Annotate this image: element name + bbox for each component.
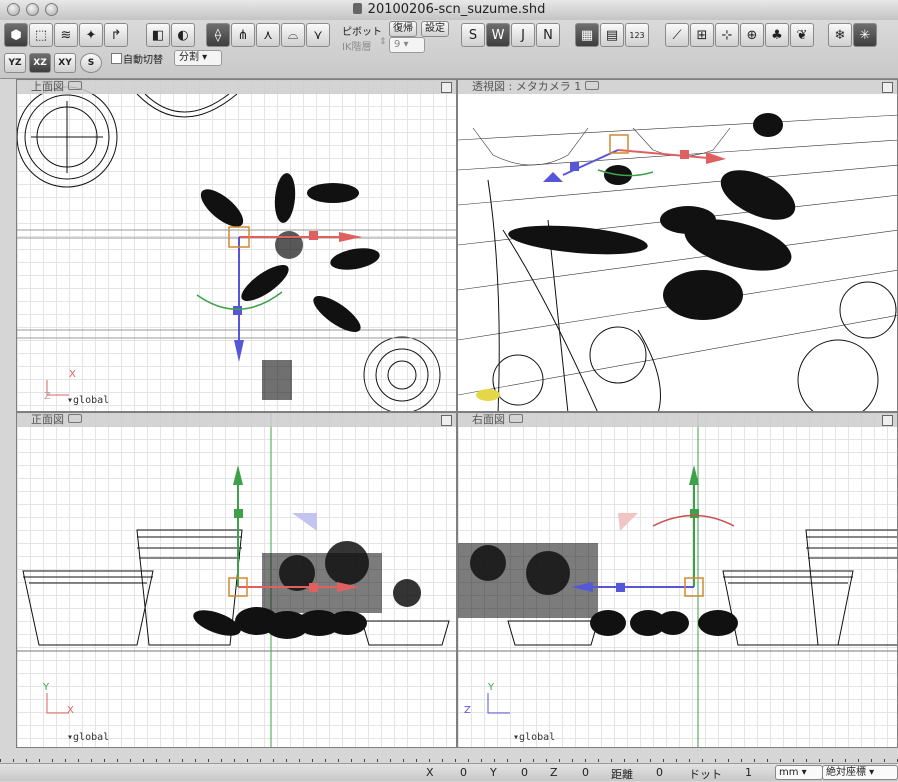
- x-value: 0: [460, 766, 467, 779]
- split-value: 分割: [179, 52, 199, 63]
- viewport-perspective-title: 透視図 : メタカメラ 1: [472, 80, 582, 93]
- document-icon: [352, 3, 362, 14]
- maximize-view-icon[interactable]: [441, 415, 452, 426]
- coord-system-dropdown[interactable]: ▾global: [67, 395, 109, 406]
- coordinate-mode-value: 絶対座標: [826, 767, 866, 778]
- pivot-label: ピボット: [342, 27, 382, 38]
- viewport-right-title: 右面図: [472, 413, 505, 426]
- z-value: 0: [582, 766, 589, 779]
- skin-w-icon[interactable]: W: [486, 23, 510, 47]
- part-box-icon[interactable]: ✦: [79, 23, 103, 47]
- plane-yz-button[interactable]: YZ: [4, 53, 26, 73]
- camera-icon[interactable]: [68, 414, 82, 423]
- title-bar: 20100206-scn_suzume.shd: [0, 0, 898, 21]
- joint-tree-icon[interactable]: ⋔: [231, 23, 255, 47]
- plane-xz-button[interactable]: XZ: [29, 53, 51, 73]
- plane-s-button[interactable]: S: [80, 53, 102, 73]
- grid-icon[interactable]: ▦: [575, 23, 599, 47]
- viewport-right[interactable]: 右面図 Y Z ▾global: [457, 412, 898, 748]
- z-label: Z: [550, 766, 558, 779]
- axis-label-a: Y: [43, 682, 50, 693]
- coord-system-value: global: [73, 395, 110, 406]
- figure-icon[interactable]: ◧: [146, 23, 170, 47]
- coord-system-dropdown[interactable]: ▾global: [513, 732, 555, 743]
- branch-icon[interactable]: ❦: [790, 23, 814, 47]
- x-label: X: [426, 766, 434, 779]
- camera-icon[interactable]: [509, 414, 523, 423]
- joint-arc-icon[interactable]: ⌓: [281, 23, 305, 47]
- viewport-right-header: 右面図: [458, 413, 897, 427]
- viewport-top-title: 上面図: [31, 80, 64, 93]
- settings-button[interactable]: 設定: [421, 21, 449, 37]
- viewport-perspective[interactable]: 透視図 : メタカメラ 1: [457, 79, 898, 412]
- viewport-front-title: 正面図: [31, 413, 64, 426]
- ik-level-value: 9: [394, 39, 401, 50]
- viewport-perspective-header: 透視図 : メタカメラ 1: [458, 80, 897, 94]
- layers-icon[interactable]: ≋: [54, 23, 78, 47]
- axis-label-b: X: [67, 705, 74, 716]
- center-icon[interactable]: ⊹: [715, 23, 739, 47]
- joint-branch-icon[interactable]: ⋏: [256, 23, 280, 47]
- stepper-icon[interactable]: ⇕: [379, 37, 387, 47]
- skin-n-icon[interactable]: N: [536, 23, 560, 47]
- cube-icon[interactable]: ⬢: [4, 23, 28, 47]
- surface-icon[interactable]: ◐: [171, 23, 195, 47]
- axis-label-b: Z: [44, 391, 51, 402]
- unit-select[interactable]: mm ▾: [775, 765, 823, 780]
- ik-label: IK階層: [342, 42, 372, 53]
- coord-system-value: global: [73, 732, 110, 743]
- maximize-view-icon[interactable]: [441, 82, 452, 93]
- bend-icon[interactable]: ↱: [104, 23, 128, 47]
- coord-system-dropdown[interactable]: ▾global: [67, 732, 109, 743]
- distribute-icon[interactable]: ⊞: [690, 23, 714, 47]
- distance-value: 0: [656, 766, 663, 779]
- unit-value: mm: [779, 767, 799, 778]
- numeric-icon[interactable]: 123: [625, 23, 649, 47]
- viewport-front[interactable]: 正面図 Y X ▾global: [16, 412, 457, 748]
- camera-icon[interactable]: [585, 81, 600, 90]
- ruler: [0, 748, 898, 762]
- top-view-scene: [17, 86, 456, 411]
- selection-box-icon[interactable]: ⬚: [29, 23, 53, 47]
- viewport-top[interactable]: 上面図 X Z ▾global: [16, 79, 457, 412]
- camera-icon[interactable]: [68, 81, 82, 90]
- toolbar: ⬢ ⬚ ≋ ✦ ↱ ◧ ◐ ⟠ ⋔ ⋏ ⌓ ⋎ ピボット 復帰 設定 IK階層 …: [0, 20, 898, 79]
- crosshair-icon[interactable]: ⊕: [740, 23, 764, 47]
- axis-label-a: X: [69, 369, 76, 380]
- axis-label-a: Y: [488, 682, 495, 693]
- star-icon[interactable]: ✳: [853, 23, 877, 47]
- plane-xy-button[interactable]: XY: [54, 53, 76, 73]
- reset-button[interactable]: 復帰: [389, 21, 417, 37]
- coordinate-mode-select[interactable]: 絶対座標 ▾: [822, 765, 898, 780]
- front-view-scene: [17, 413, 456, 747]
- axis-label-b: Z: [464, 705, 471, 716]
- dot-value: 1: [745, 766, 752, 779]
- auto-switch-label: 自動切替: [123, 55, 163, 66]
- status-bar: X 0 Y 0 Z 0 距離 0 ドット 1 mm ▾ 絶対座標 ▾: [0, 763, 898, 781]
- y-label: Y: [490, 766, 497, 779]
- snow-gear-icon[interactable]: ❄: [828, 23, 852, 47]
- skin-s-icon[interactable]: S: [461, 23, 485, 47]
- align-icon[interactable]: ⟋: [665, 23, 689, 47]
- viewport-top-header: 上面図: [17, 80, 456, 94]
- skin-j-icon[interactable]: J: [511, 23, 535, 47]
- perspective-scene: [458, 113, 897, 411]
- joint-move-icon[interactable]: ⟠: [206, 23, 230, 47]
- right-view-scene: [458, 413, 897, 747]
- y-value: 0: [521, 766, 528, 779]
- viewport-front-header: 正面図: [17, 413, 456, 427]
- auto-switch-checkbox[interactable]: [111, 53, 122, 64]
- coord-system-value: global: [519, 732, 556, 743]
- window-title-text: 20100206-scn_suzume.shd: [367, 2, 546, 17]
- joint-y-icon[interactable]: ⋎: [306, 23, 330, 47]
- maximize-view-icon[interactable]: [882, 82, 893, 93]
- window-title: 20100206-scn_suzume.shd: [0, 2, 898, 17]
- table-icon[interactable]: ▤: [600, 23, 624, 47]
- split-select[interactable]: 分割 ▾: [174, 50, 222, 66]
- ik-level-select[interactable]: 9 ▾: [389, 37, 425, 53]
- maximize-view-icon[interactable]: [882, 415, 893, 426]
- tree-icon[interactable]: ♣: [765, 23, 789, 47]
